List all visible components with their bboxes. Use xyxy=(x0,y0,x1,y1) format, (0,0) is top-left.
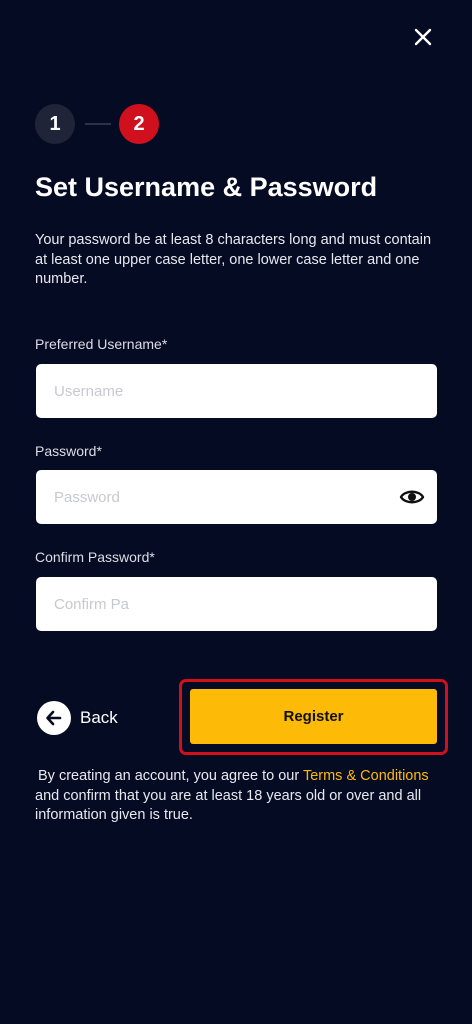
username-label: Preferred Username* xyxy=(35,336,168,352)
password-label: Password* xyxy=(35,443,102,459)
username-input[interactable] xyxy=(36,364,437,418)
toggle-password-visibility-button[interactable] xyxy=(399,485,425,509)
username-field-container xyxy=(36,364,437,418)
close-icon xyxy=(414,28,432,46)
confirm-password-label: Confirm Password* xyxy=(35,549,155,565)
password-requirements: Your password be at least 8 characters l… xyxy=(35,232,432,287)
password-input[interactable] xyxy=(36,470,437,524)
terms-conditions-link[interactable]: Terms & Conditions xyxy=(303,768,429,784)
terms-notice-pre: By creating an account, you agree to our xyxy=(38,768,300,784)
confirm-password-field-container xyxy=(36,577,437,631)
back-label: Back xyxy=(80,708,118,727)
registration-screen: 1 2 Set Username & Password Your passwor… xyxy=(0,0,472,1024)
terms-notice-post: and confirm that you are at least 18 yea… xyxy=(35,787,422,824)
eye-icon xyxy=(399,490,425,504)
back-icon-circle xyxy=(37,701,71,735)
step-1-indicator: 1 xyxy=(35,104,75,144)
back-button[interactable]: Back xyxy=(37,700,118,736)
arrow-left-icon xyxy=(46,710,62,726)
register-button[interactable]: Register xyxy=(190,689,437,744)
progress-stepper: 1 2 xyxy=(35,104,165,144)
step-2-indicator: 2 xyxy=(119,104,159,144)
confirm-password-input[interactable] xyxy=(36,577,437,631)
step-connector xyxy=(85,123,111,125)
terms-notice: By creating an account, you agree to our… xyxy=(35,767,445,826)
page-title: Set Username & Password xyxy=(35,172,378,202)
password-field-container xyxy=(36,470,437,524)
close-button[interactable] xyxy=(408,22,438,52)
